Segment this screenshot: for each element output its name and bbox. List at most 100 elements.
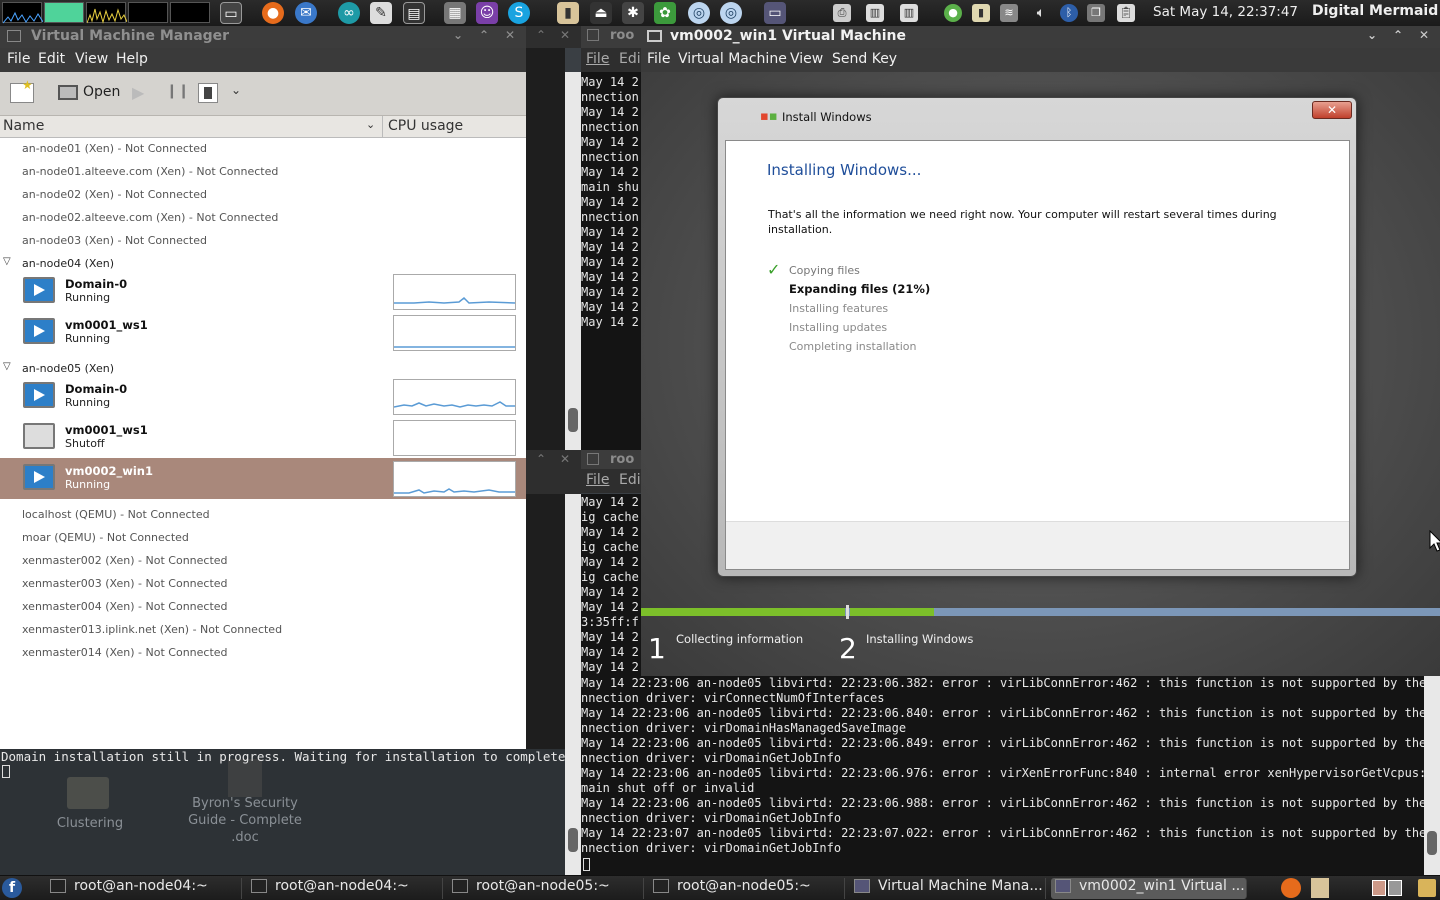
host-row[interactable]: an-node01.alteeve.com (Xen) - Not Connec…: [22, 165, 278, 178]
host-row[interactable]: xenmaster013.iplink.net (Xen) - Not Conn…: [22, 623, 282, 636]
pause-button[interactable]: ❙❙: [166, 83, 189, 99]
menu-edit[interactable]: Edit: [38, 51, 65, 67]
photos-icon[interactable]: ✿: [654, 2, 676, 24]
menu-file[interactable]: File: [586, 51, 609, 67]
menu-file[interactable]: File: [7, 51, 30, 67]
host-row[interactable]: xenmaster014 (Xen) - Not Connected: [22, 646, 228, 659]
display-icon[interactable]: ▥: [866, 4, 884, 22]
taskbar-item[interactable]: root@an-node04:~: [46, 878, 242, 899]
terminal-icon[interactable]: ▭: [220, 2, 242, 24]
host-row[interactable]: localhost (QEMU) - Not Connected: [22, 508, 210, 521]
scrollbar-thumb[interactable]: [568, 828, 578, 852]
close-icon[interactable]: ✕: [560, 28, 570, 42]
dialog-close-button[interactable]: ✕: [1312, 101, 1352, 119]
open-button[interactable]: Open: [52, 80, 124, 106]
network-monitor-graph[interactable]: [86, 2, 128, 24]
thunderbird-icon[interactable]: ✉: [295, 2, 317, 24]
skype-icon[interactable]: S: [508, 2, 530, 24]
vm-row[interactable]: Domain-0 Running: [0, 376, 526, 417]
terminal-titlebar[interactable]: roo: [581, 26, 641, 48]
folder-icon[interactable]: [67, 777, 109, 809]
network-icon[interactable]: ◎: [688, 2, 710, 24]
menu-send-key[interactable]: Send Key: [832, 51, 897, 67]
new-vm-button[interactable]: ★: [10, 78, 34, 103]
windows-icon[interactable]: ❐: [1087, 4, 1105, 22]
close-icon[interactable]: ✕: [1419, 28, 1429, 42]
usb-icon[interactable]: ▮: [557, 2, 579, 24]
guest-display[interactable]: ▪▪ Install Windows ✕ Installing Windows.…: [641, 72, 1440, 676]
taskbar-item[interactable]: root@an-node04:~: [247, 878, 443, 899]
menu-view[interactable]: View: [790, 51, 823, 67]
close-icon[interactable]: ✕: [505, 28, 515, 42]
firefox-icon[interactable]: ●: [262, 2, 284, 24]
taskbar-item[interactable]: Virtual Machine Mana...: [850, 878, 1046, 899]
menu-edit[interactable]: Edi: [619, 51, 641, 67]
menu-file[interactable]: File: [647, 51, 670, 67]
vm-row[interactable]: vm0001_ws1 Running: [0, 312, 526, 353]
globe-icon[interactable]: ●: [944, 4, 962, 22]
workspace-1-icon[interactable]: [1372, 880, 1386, 896]
maximize-icon[interactable]: ⌃: [536, 452, 546, 466]
folder-label[interactable]: Clustering: [40, 816, 140, 831]
host-row[interactable]: an-node02.alteeve.com (Xen) - Not Connec…: [22, 211, 278, 224]
network-icon[interactable]: ◎: [720, 2, 742, 24]
bluetooth-icon[interactable]: ᛒ: [1060, 4, 1078, 22]
menu-virtual-machine[interactable]: Virtual Machine: [678, 51, 787, 67]
host-row[interactable]: xenmaster002 (Xen) - Not Connected: [22, 554, 228, 567]
host-row[interactable]: an-node02 (Xen) - Not Connected: [22, 188, 207, 201]
computer-icon[interactable]: ▭: [764, 2, 786, 24]
workspace-2-icon[interactable]: [1388, 880, 1402, 896]
firefox-icon[interactable]: [1281, 878, 1301, 898]
lower-terminal-output[interactable]: May 14 2 ig cache May 14 2 ig cache May 14 2…: [581, 494, 641, 676]
load-monitor-graph[interactable]: [170, 2, 210, 23]
host-row-an-node05[interactable]: an-node05 (Xen): [22, 362, 114, 375]
network-icon[interactable]: ≋: [1000, 4, 1018, 22]
vm-row-selected[interactable]: vm0002_win1 Running: [0, 458, 526, 499]
vm-row[interactable]: vm0001_ws1 Shutoff: [0, 417, 526, 458]
fedora-menu-icon[interactable]: f: [2, 878, 22, 898]
bug-icon[interactable]: ✱: [622, 2, 644, 24]
host-row[interactable]: xenmaster003 (Xen) - Not Connected: [22, 577, 228, 590]
chevron-down-icon[interactable]: ⌄: [231, 83, 241, 97]
expander-icon[interactable]: ▽: [3, 256, 11, 267]
arduino-icon[interactable]: ∞: [338, 2, 360, 24]
pidgin-icon[interactable]: ☺: [476, 2, 498, 24]
maximize-icon[interactable]: ⌃: [1393, 28, 1403, 42]
trash-icon[interactable]: [1418, 879, 1436, 897]
scrollbar-thumb[interactable]: [1427, 831, 1437, 855]
sort-chevron-icon[interactable]: ⌄: [366, 118, 375, 131]
menu-help[interactable]: Help: [116, 51, 148, 67]
user-name[interactable]: Digital Mermaid: [1312, 3, 1438, 19]
menu-edit[interactable]: Edi: [619, 472, 641, 488]
expander-icon[interactable]: ▽: [3, 361, 11, 372]
usb-icon[interactable]: [1311, 878, 1329, 898]
memory-monitor-graph[interactable]: [44, 2, 84, 23]
menu-file[interactable]: File: [586, 472, 609, 488]
print-icon[interactable]: ⎙: [833, 4, 851, 22]
host-row[interactable]: moar (QEMU) - Not Connected: [22, 531, 189, 544]
run-button[interactable]: ▶: [132, 83, 144, 102]
eject-icon[interactable]: ⏏: [590, 2, 612, 24]
clock[interactable]: Sat May 14, 22:37:47: [1153, 4, 1298, 20]
volume-icon[interactable]: 🔈︎: [1032, 4, 1050, 22]
display-icon[interactable]: ▥: [900, 4, 918, 22]
disk-monitor-graph[interactable]: [128, 2, 168, 23]
terminal-scrollbar-lower[interactable]: [565, 494, 581, 875]
maximize-icon[interactable]: ⌃: [479, 28, 489, 42]
viewer-titlebar[interactable]: vm0002_win1 Virtual Machine ⌄ ⌃ ✕: [641, 26, 1440, 48]
menu-view[interactable]: View: [75, 51, 108, 67]
terminal-scrollbar[interactable]: [565, 72, 581, 450]
upper-terminal-output[interactable]: May 14 2 nnection May 14 2 nnection May 14 2…: [581, 72, 641, 450]
minimize-icon[interactable]: ⌄: [453, 28, 463, 42]
document-label-line2[interactable]: Guide - Complete: [180, 813, 310, 828]
host-row[interactable]: an-node01 (Xen) - Not Connected: [22, 142, 207, 155]
column-divider[interactable]: [382, 116, 383, 137]
column-cpu[interactable]: CPU usage: [388, 118, 463, 134]
clipboard-icon[interactable]: 📋︎: [1117, 4, 1135, 22]
shutdown-button[interactable]: [198, 83, 218, 103]
close-icon[interactable]: ✕: [560, 452, 570, 466]
vmm-titlebar[interactable]: Virtual Machine Manager ⌄ ⌃ ✕: [0, 26, 526, 48]
taskbar-item-active[interactable]: vm0002_win1 Virtual ...: [1051, 878, 1247, 899]
taskbar-item[interactable]: root@an-node05:~: [448, 878, 644, 899]
minimize-icon[interactable]: ⌄: [1367, 28, 1377, 42]
